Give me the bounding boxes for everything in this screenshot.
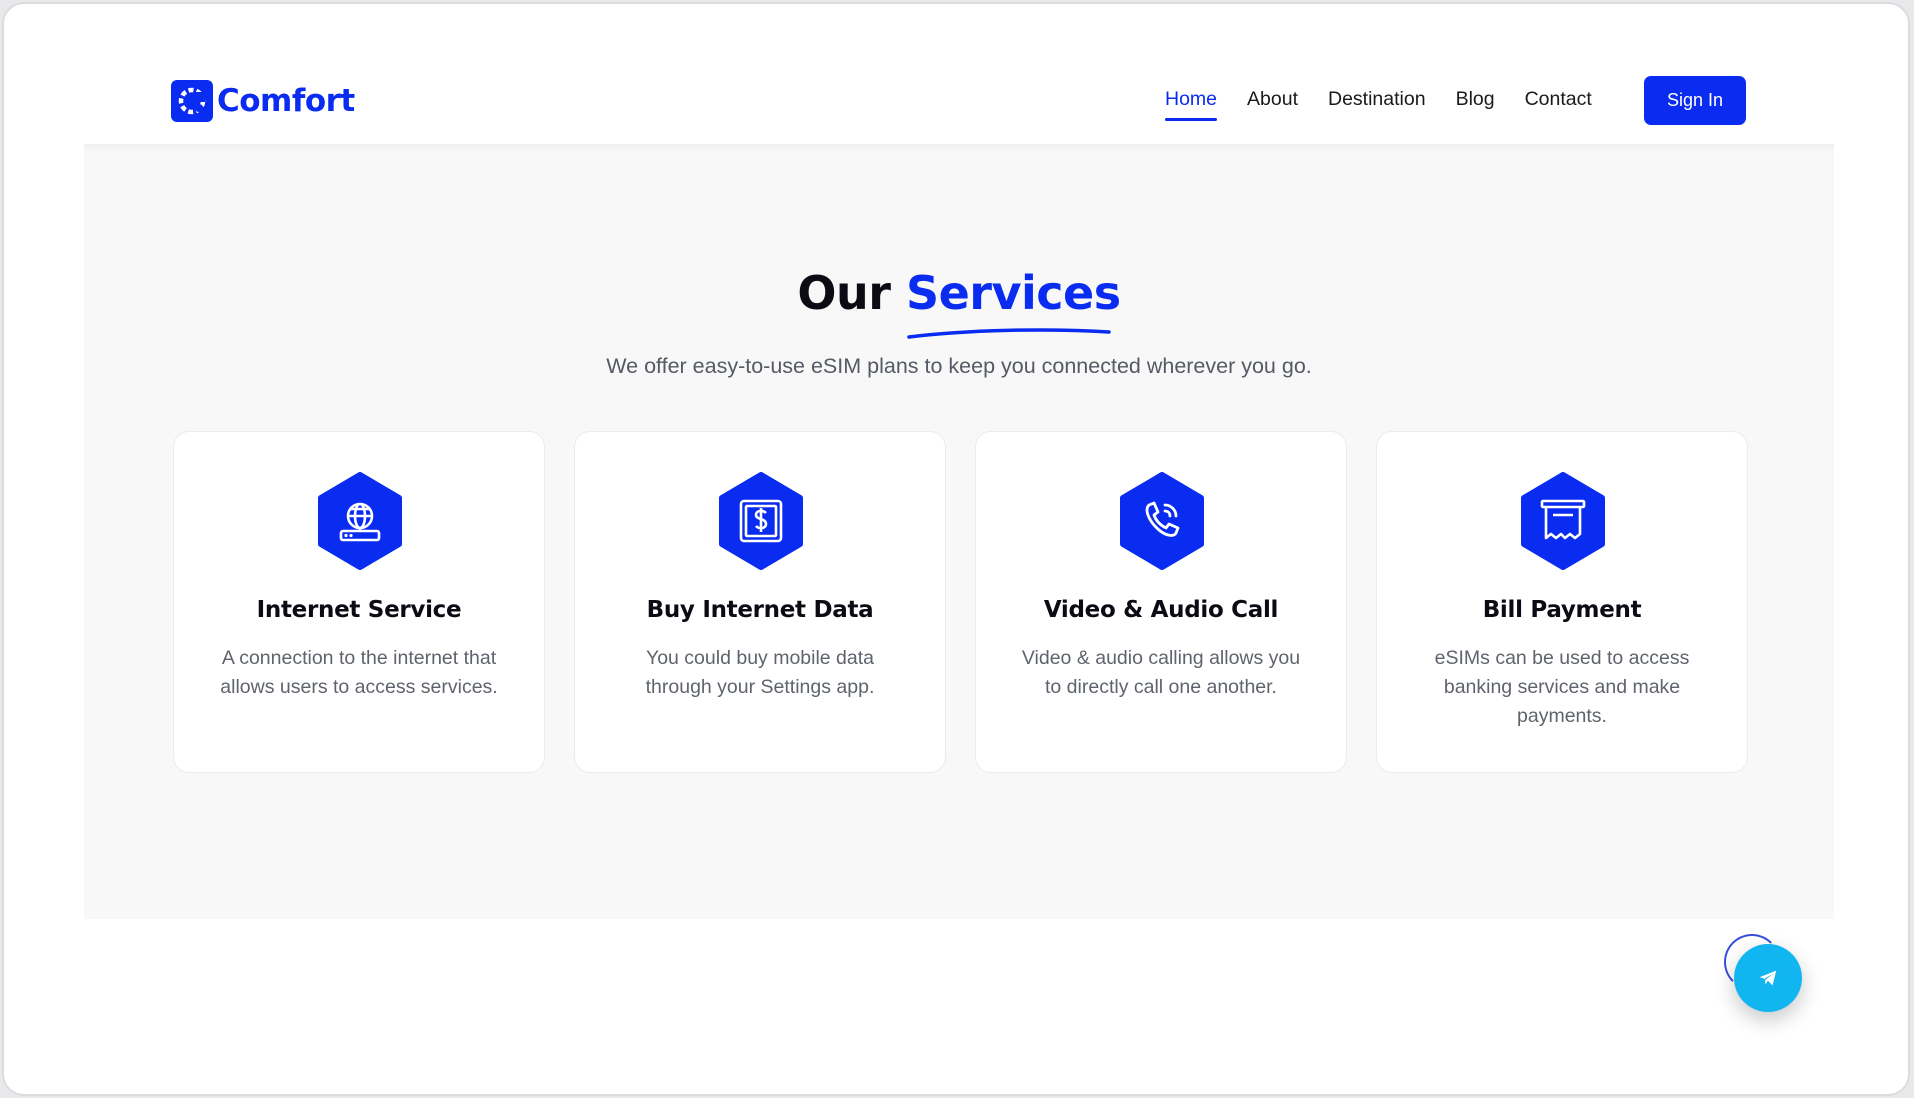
phone-call-icon: [1117, 472, 1207, 570]
logo[interactable]: Comfort: [171, 80, 355, 122]
site-header: Comfort Home About Destination Blog Cont…: [4, 4, 1908, 144]
send-plane-icon: [1759, 970, 1777, 986]
browser-frame: Comfort Home About Destination Blog Cont…: [2, 2, 1910, 1096]
globe-router-icon: [315, 472, 405, 570]
nav-home[interactable]: Home: [1165, 88, 1218, 121]
card-title: Internet Service: [256, 597, 462, 623]
nav-about[interactable]: About: [1247, 88, 1298, 121]
nav-destination[interactable]: Destination: [1328, 88, 1426, 121]
nav-contact[interactable]: Contact: [1525, 88, 1592, 121]
receipt-icon: [1518, 472, 1608, 570]
section-subtitle: We offer easy-to-use eSIM plans to keep …: [606, 354, 1312, 378]
card-description: Video & audio calling allows you to dire…: [1021, 647, 1301, 698]
title-underline-icon: [907, 328, 1111, 339]
dollar-tablet-icon: [716, 472, 806, 570]
service-card-call[interactable]: Video & Audio Call Video & audio calling…: [975, 431, 1347, 773]
services-section: Our Services We offer easy-to-use eSIM p…: [84, 144, 1834, 919]
sign-in-button[interactable]: Sign In: [1644, 76, 1746, 125]
send-message-button[interactable]: [1734, 944, 1802, 1012]
service-card-buy-data[interactable]: Buy Internet Data You could buy mobile d…: [574, 431, 946, 773]
card-description: A connection to the internet that allows…: [220, 647, 498, 698]
title-plain: Our: [797, 266, 891, 320]
card-title: Video & Audio Call: [1043, 597, 1279, 623]
service-card-internet[interactable]: Internet Service A connection to the int…: [173, 431, 545, 773]
nav-blog[interactable]: Blog: [1456, 88, 1495, 121]
logo-mark-icon: [171, 80, 213, 122]
logo-text: Comfort: [217, 83, 355, 119]
main-nav: Home About Destination Blog Contact: [1165, 88, 1622, 121]
title-accent: Services: [905, 266, 1121, 320]
service-cards: Internet Service A connection to the int…: [173, 431, 1777, 773]
section-title: Our Services: [84, 266, 1834, 320]
service-card-bill[interactable]: Bill Payment eSIMs can be used to access…: [1376, 431, 1748, 773]
card-description: You could buy mobile data through your S…: [645, 647, 875, 698]
card-description: eSIMs can be used to access banking serv…: [1434, 647, 1690, 727]
card-title: Bill Payment: [1482, 597, 1642, 623]
card-title: Buy Internet Data: [646, 597, 874, 623]
